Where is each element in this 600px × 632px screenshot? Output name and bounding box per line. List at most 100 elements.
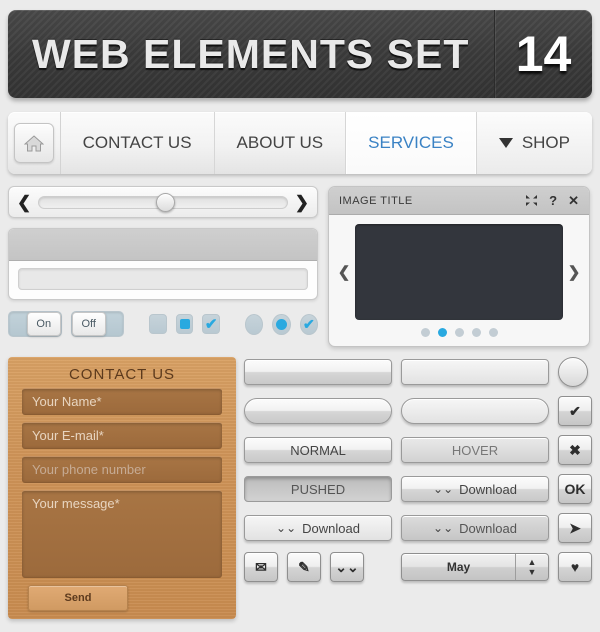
blank-round-button-2[interactable] [401,398,549,424]
button-row-2: ✔ [244,396,592,426]
image-next-button[interactable]: ❯ [563,263,585,281]
contact-message-field[interactable]: Your message* [22,490,222,578]
download-button-2[interactable]: ⌄⌄ Download [244,515,392,541]
bottom-section: CONTACT US Your Name* Your E-mail* Your … [8,357,592,619]
mid-right-column: IMAGE TITLE ? ✕ ❮ ❯ [328,186,590,347]
help-icon[interactable]: ? [549,194,557,207]
button-showcase: ✔ NORMAL HOVER ✖ PUSHED ⌄⌄ Download OK ⌄… [244,357,592,619]
send-button[interactable]: Send [28,585,128,611]
double-chevron-down-icon: ⌄⌄ [433,521,454,535]
chevron-left-icon[interactable]: ❮ [17,194,31,211]
download-button-label: Download [459,481,517,497]
nav-item-label: ABOUT US [236,133,324,152]
close-x-icon-button[interactable]: ✖ [558,435,592,465]
image-viewer-widget: IMAGE TITLE ? ✕ ❮ ❯ [328,186,590,347]
caret-up-icon[interactable]: ▲ [528,558,537,567]
nav-item-about-us[interactable]: ABOUT US [215,112,347,174]
radio-dot-icon [275,318,287,330]
check-icon: ✔ [302,316,315,332]
slider-control[interactable]: ❮ ❯ [8,186,318,218]
nav-home-cell[interactable] [8,112,61,174]
nav-item-contact-us[interactable]: CONTACT US [61,112,215,174]
expand-icon[interactable] [525,194,538,207]
slider-track[interactable] [38,192,288,212]
header-number-zone: 14 [495,10,592,98]
pagination-dot[interactable] [471,328,481,337]
spinner-value: May [402,554,516,580]
pencil-icon-button[interactable]: ✎ [287,552,321,582]
pagination-dot[interactable] [420,328,430,337]
blank-button-2[interactable] [401,359,549,385]
pagination-dot-active[interactable] [437,328,447,337]
nav-item-label: SHOP [521,133,570,152]
button-row-3: NORMAL HOVER ✖ [244,435,592,465]
checkbox-empty[interactable] [149,314,167,334]
checkbox-filled[interactable] [175,314,194,334]
download-button-label: Download [459,520,517,536]
normal-button[interactable]: NORMAL [244,437,392,463]
heart-icon-button[interactable]: ♥ [558,552,592,582]
nav-item-services[interactable]: SERVICES [346,112,477,174]
main-navigation: CONTACT US ABOUT US SERVICES SHOP [8,112,592,174]
check-icon: ✔ [569,402,581,419]
button-row-5: ⌄⌄ Download ⌄⌄ Download ➤ [244,513,592,543]
caret-down-icon[interactable]: ▼ [528,567,537,576]
header-banner: WEB ELEMENTS SET 14 [8,10,592,98]
pencil-icon: ✎ [298,558,310,575]
image-viewer-title: IMAGE TITLE [339,194,413,207]
arrow-right-icon-button[interactable]: ➤ [558,513,592,543]
nav-item-shop[interactable]: SHOP [476,112,592,174]
chevron-right-icon[interactable]: ❯ [295,194,309,211]
toggle-switch-on[interactable]: On [8,311,62,337]
header-number-badge: 14 [515,26,572,82]
radio-checked[interactable]: ✔ [299,313,318,335]
content-panel [8,228,318,300]
button-row-4: PUSHED ⌄⌄ Download OK [244,474,592,504]
double-chevron-down-icon: ⌄⌄ [433,482,454,496]
download-button-1[interactable]: ⌄⌄ Download [401,476,549,502]
blank-round-button-1[interactable] [244,398,392,424]
contact-name-field[interactable]: Your Name* [22,388,222,415]
slider-handle[interactable] [155,192,175,212]
contact-email-field[interactable]: Your E-mail* [22,422,222,449]
ok-button[interactable]: OK [558,474,592,504]
mid-section: ❮ ❯ On Off ✔ ✔ IMAGE TITLE ? ✕ ❮ ❯ [8,186,592,347]
icon-button-group: ✉ ✎ ⌄⌄ [244,552,392,582]
home-button[interactable] [13,123,54,163]
radio-empty[interactable] [244,313,264,335]
nav-item-label: SERVICES [368,133,454,152]
spinner-arrows[interactable]: ▲ ▼ [516,554,548,580]
check-icon: ✔ [204,315,218,333]
contact-form: CONTACT US Your Name* Your E-mail* Your … [8,357,236,619]
checkbox-square-icon [179,319,190,329]
contact-phone-field[interactable]: Your phone number [22,456,222,483]
check-icon-button[interactable]: ✔ [558,396,592,426]
close-icon[interactable]: ✕ [568,194,579,207]
toggle-switch-off[interactable]: Off [70,311,125,337]
panel-header [9,229,317,261]
caret-down-icon [498,138,513,148]
hover-button[interactable]: HOVER [401,437,549,463]
close-x-icon: ✖ [569,441,581,458]
pagination-dot[interactable] [488,328,498,337]
double-chevron-down-icon: ⌄⌄ [276,521,297,535]
blank-button-1[interactable] [244,359,392,385]
panel-body [9,261,317,297]
panel-text-input[interactable] [18,268,308,290]
month-spinner[interactable]: May ▲ ▼ [401,553,549,581]
toggle-knob: Off [71,312,106,336]
pagination-dot[interactable] [454,328,464,337]
button-row-1 [244,357,592,387]
image-prev-button[interactable]: ❮ [333,263,355,281]
mail-icon-button[interactable]: ✉ [244,552,278,582]
double-chevron-icon-button[interactable]: ⌄⌄ [330,552,364,582]
circle-button[interactable] [558,357,588,387]
image-viewer-actions: ? ✕ [525,194,579,207]
controls-row: On Off ✔ ✔ [8,311,318,337]
nav-item-label: CONTACT US [82,133,192,152]
checkbox-checked[interactable]: ✔ [202,314,220,334]
pushed-button[interactable]: PUSHED [244,476,392,502]
ok-label: OK [564,481,586,497]
radio-selected[interactable] [272,313,291,335]
download-button-3[interactable]: ⌄⌄ Download [401,515,549,541]
